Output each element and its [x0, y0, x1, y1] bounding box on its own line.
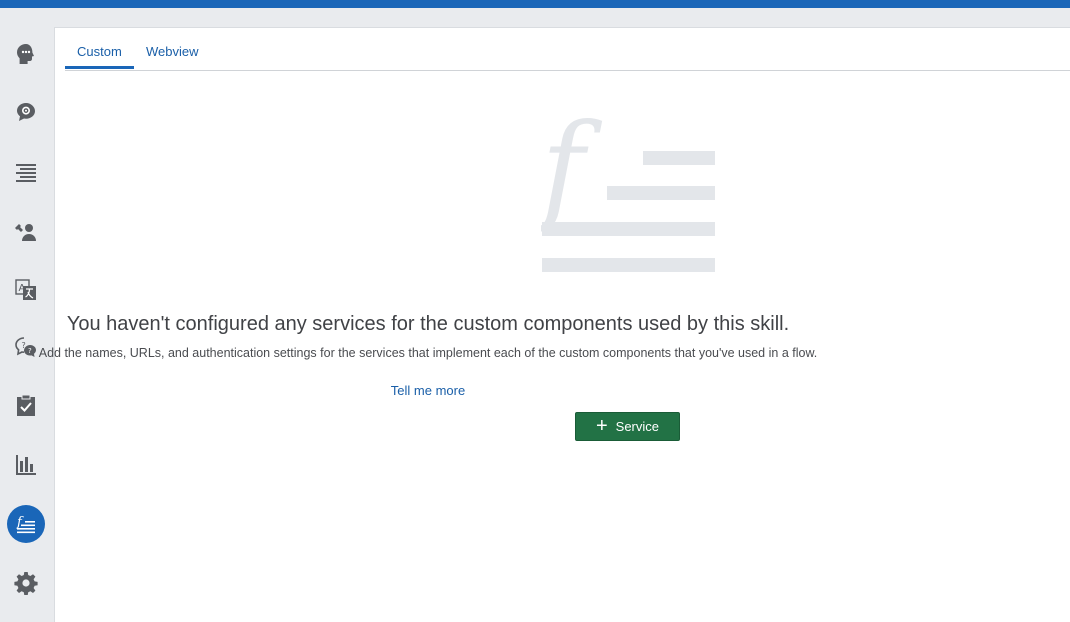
svg-text:f: f: [541, 98, 603, 236]
empty-state-title: You haven't configured any services for …: [66, 313, 790, 335]
svg-text:f: f: [16, 515, 24, 530]
top-accent-bar: [0, 0, 1070, 8]
sidebar-item-flows[interactable]: [5, 151, 47, 193]
tab-webview[interactable]: Webview: [146, 44, 199, 69]
tab-custom[interactable]: Custom: [65, 44, 134, 69]
add-service-button[interactable]: + Service: [575, 412, 680, 441]
sidebar-item-translation[interactable]: A: [5, 269, 47, 311]
add-service-label: Service: [615, 419, 660, 434]
sidebar-item-settings[interactable]: [5, 562, 47, 604]
main-panel: Custom Webview f You haven't configured …: [39, 27, 1070, 622]
sidebar-item-components[interactable]: f: [7, 505, 45, 543]
bar-chart-icon: [14, 453, 38, 477]
head-icon: [14, 42, 38, 66]
tab-bar: Custom Webview: [65, 28, 1070, 71]
plus-icon: +: [595, 414, 608, 437]
tell-me-more-link[interactable]: Tell me more: [0, 383, 1001, 398]
agent-tools-icon: [14, 219, 38, 243]
chat-gear-icon: [14, 100, 38, 124]
function-icon: f: [13, 511, 39, 537]
empty-state-description: Add the names, URLs, and authentication …: [38, 346, 818, 360]
text-lines-icon: [14, 160, 38, 184]
sidebar-item-insights[interactable]: [5, 444, 47, 486]
sidebar-item-entities[interactable]: [5, 91, 47, 133]
translate-icon: A: [14, 278, 38, 302]
sidebar-item-intents[interactable]: [5, 33, 47, 75]
function-list-icon: f: [533, 98, 717, 279]
settings-gear-icon: [14, 571, 38, 595]
sidebar-item-live-agent[interactable]: [5, 210, 47, 252]
